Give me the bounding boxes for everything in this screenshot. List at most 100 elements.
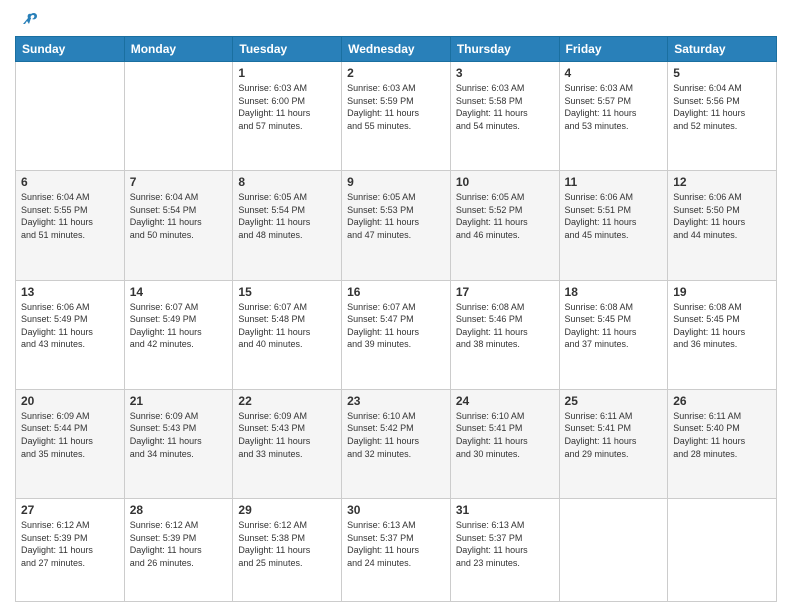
day-number: 27 [21,503,119,517]
day-info: Sunrise: 6:04 AM Sunset: 5:56 PM Dayligh… [673,82,771,132]
calendar-cell: 27 Sunrise: 6:12 AM Sunset: 5:39 PM Dayli… [16,499,125,602]
day-info: Sunrise: 6:06 AM Sunset: 5:51 PM Dayligh… [565,191,663,241]
calendar-cell: 8Sunrise: 6:05 AM Sunset: 5:54 PM Daylig… [233,171,342,280]
day-info: Sunrise: 6:06 AM Sunset: 5:49 PM Dayligh… [21,301,119,351]
day-info: Sunrise: 6:12 AM Sunset: 5:39 PM Dayligh… [130,519,228,569]
calendar-cell: 6 Sunrise: 6:04 AM Sunset: 5:55 PM Daylig… [16,171,125,280]
calendar-cell: 3 Sunrise: 6:03 AM Sunset: 5:58 PM Daylig… [450,62,559,171]
day-number: 22 [238,394,336,408]
day-info: Sunrise: 6:12 AM Sunset: 5:39 PM Dayligh… [21,519,119,569]
day-number: 21 [130,394,228,408]
day-info: Sunrise: 6:08 AM Sunset: 5:45 PM Dayligh… [565,301,663,351]
weekday-header-wednesday: Wednesday [342,37,451,62]
day-number: 9 [347,175,445,189]
day-number: 20 [21,394,119,408]
logo [15,10,39,28]
calendar-header-row: SundayMondayTuesdayWednesdayThursdayFrid… [16,37,777,62]
calendar-week-row: 13 Sunrise: 6:06 AM Sunset: 5:49 PM Dayli… [16,280,777,389]
calendar-cell: 22 Sunrise: 6:09 AM Sunset: 5:43 PM Dayli… [233,389,342,498]
calendar-cell [16,62,125,171]
day-info: Sunrise: 6:08 AM Sunset: 5:46 PM Dayligh… [456,301,554,351]
calendar-cell: 28 Sunrise: 6:12 AM Sunset: 5:39 PM Dayli… [124,499,233,602]
calendar-cell [124,62,233,171]
day-info: Sunrise: 6:13 AM Sunset: 5:37 PM Dayligh… [347,519,445,569]
logo-bird-icon [17,10,39,32]
day-number: 12 [673,175,771,189]
day-info: Sunrise: 6:05 AM Sunset: 5:53 PM Dayligh… [347,191,445,241]
day-number: 18 [565,285,663,299]
page: SundayMondayTuesdayWednesdayThursdayFrid… [0,0,792,612]
day-number: 10 [456,175,554,189]
day-info: Sunrise: 6:10 AM Sunset: 5:42 PM Dayligh… [347,410,445,460]
calendar-cell: 21 Sunrise: 6:09 AM Sunset: 5:43 PM Dayli… [124,389,233,498]
day-number: 2 [347,66,445,80]
calendar-cell: 9 Sunrise: 6:05 AM Sunset: 5:53 PM Daylig… [342,171,451,280]
weekday-header-friday: Friday [559,37,668,62]
day-info: Sunrise: 6:04 AM Sunset: 5:54 PM Dayligh… [130,191,228,241]
day-info: Sunrise: 6:09 AM Sunset: 5:43 PM Dayligh… [238,410,336,460]
calendar-cell: 16Sunrise: 6:07 AM Sunset: 5:47 PM Dayli… [342,280,451,389]
calendar-cell: 4 Sunrise: 6:03 AM Sunset: 5:57 PM Daylig… [559,62,668,171]
day-number: 1 [238,66,336,80]
weekday-header-saturday: Saturday [668,37,777,62]
day-info: Sunrise: 6:11 AM Sunset: 5:40 PM Dayligh… [673,410,771,460]
day-number: 8 [238,175,336,189]
calendar-cell: 18 Sunrise: 6:08 AM Sunset: 5:45 PM Dayli… [559,280,668,389]
day-info: Sunrise: 6:03 AM Sunset: 5:57 PM Dayligh… [565,82,663,132]
day-number: 13 [21,285,119,299]
day-info: Sunrise: 6:07 AM Sunset: 5:49 PM Dayligh… [130,301,228,351]
day-info: Sunrise: 6:05 AM Sunset: 5:52 PM Dayligh… [456,191,554,241]
day-info: Sunrise: 6:04 AM Sunset: 5:55 PM Dayligh… [21,191,119,241]
weekday-header-thursday: Thursday [450,37,559,62]
day-number: 3 [456,66,554,80]
calendar-cell: 10 Sunrise: 6:05 AM Sunset: 5:52 PM Dayli… [450,171,559,280]
calendar-cell [668,499,777,602]
calendar-cell: 15 Sunrise: 6:07 AM Sunset: 5:48 PM Dayli… [233,280,342,389]
calendar-week-row: 6 Sunrise: 6:04 AM Sunset: 5:55 PM Daylig… [16,171,777,280]
calendar-cell: 2 Sunrise: 6:03 AM Sunset: 5:59 PM Daylig… [342,62,451,171]
day-number: 23 [347,394,445,408]
calendar-cell: 12 Sunrise: 6:06 AM Sunset: 5:50 PM Dayli… [668,171,777,280]
day-info: Sunrise: 6:03 AM Sunset: 5:58 PM Dayligh… [456,82,554,132]
calendar-week-row: 27 Sunrise: 6:12 AM Sunset: 5:39 PM Dayli… [16,499,777,602]
calendar-cell: 29Sunrise: 6:12 AM Sunset: 5:38 PM Dayli… [233,499,342,602]
day-info: Sunrise: 6:03 AM Sunset: 6:00 PM Dayligh… [238,82,336,132]
day-number: 25 [565,394,663,408]
day-number: 26 [673,394,771,408]
calendar-cell: 7 Sunrise: 6:04 AM Sunset: 5:54 PM Daylig… [124,171,233,280]
calendar-cell: 23 Sunrise: 6:10 AM Sunset: 5:42 PM Dayli… [342,389,451,498]
calendar-cell: 26 Sunrise: 6:11 AM Sunset: 5:40 PM Dayli… [668,389,777,498]
day-info: Sunrise: 6:13 AM Sunset: 5:37 PM Dayligh… [456,519,554,569]
day-number: 28 [130,503,228,517]
day-number: 24 [456,394,554,408]
calendar-table: SundayMondayTuesdayWednesdayThursdayFrid… [15,36,777,602]
calendar-cell: 17 Sunrise: 6:08 AM Sunset: 5:46 PM Dayli… [450,280,559,389]
calendar-cell: 5Sunrise: 6:04 AM Sunset: 5:56 PM Daylig… [668,62,777,171]
day-number: 14 [130,285,228,299]
day-info: Sunrise: 6:10 AM Sunset: 5:41 PM Dayligh… [456,410,554,460]
calendar-week-row: 1 Sunrise: 6:03 AM Sunset: 6:00 PM Daylig… [16,62,777,171]
day-info: Sunrise: 6:09 AM Sunset: 5:43 PM Dayligh… [130,410,228,460]
day-info: Sunrise: 6:08 AM Sunset: 5:45 PM Dayligh… [673,301,771,351]
day-info: Sunrise: 6:09 AM Sunset: 5:44 PM Dayligh… [21,410,119,460]
calendar-cell: 14 Sunrise: 6:07 AM Sunset: 5:49 PM Dayli… [124,280,233,389]
day-info: Sunrise: 6:03 AM Sunset: 5:59 PM Dayligh… [347,82,445,132]
calendar-cell: 11 Sunrise: 6:06 AM Sunset: 5:51 PM Dayli… [559,171,668,280]
day-number: 17 [456,285,554,299]
calendar-cell: 24 Sunrise: 6:10 AM Sunset: 5:41 PM Dayli… [450,389,559,498]
day-info: Sunrise: 6:06 AM Sunset: 5:50 PM Dayligh… [673,191,771,241]
day-number: 11 [565,175,663,189]
header [15,10,777,28]
calendar-cell: 20 Sunrise: 6:09 AM Sunset: 5:44 PM Dayli… [16,389,125,498]
day-number: 6 [21,175,119,189]
day-info: Sunrise: 6:12 AM Sunset: 5:38 PM Dayligh… [238,519,336,569]
weekday-header-monday: Monday [124,37,233,62]
day-number: 4 [565,66,663,80]
day-number: 15 [238,285,336,299]
day-number: 16 [347,285,445,299]
day-number: 31 [456,503,554,517]
day-number: 7 [130,175,228,189]
day-number: 19 [673,285,771,299]
day-number: 30 [347,503,445,517]
day-info: Sunrise: 6:07 AM Sunset: 5:48 PM Dayligh… [238,301,336,351]
